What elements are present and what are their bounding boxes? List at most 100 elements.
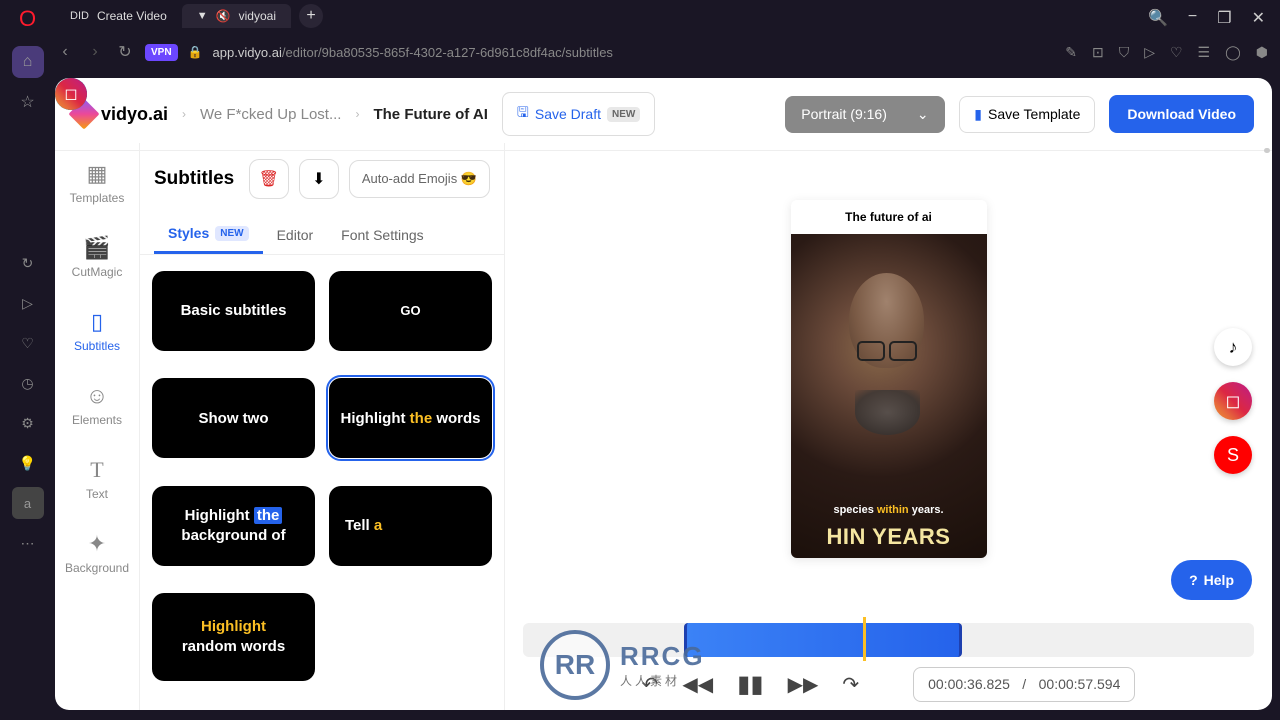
help-button[interactable]: ? Help — [1171, 560, 1252, 600]
video-preview[interactable]: The future of ai species within years. H… — [791, 200, 987, 558]
breadcrumb[interactable]: We F*cked Up Lost... — [200, 106, 341, 123]
style-text: random words — [182, 638, 285, 655]
heart-url-icon[interactable]: ♡ — [1170, 44, 1183, 61]
redo-icon[interactable]: ↷ — [842, 672, 859, 697]
style-random-words[interactable]: Highlightrandom words — [152, 593, 315, 681]
save-draft-label: Save Draft — [535, 106, 601, 122]
aspect-label: Portrait (9:16) — [801, 106, 887, 122]
camera-icon[interactable]: ⊡ — [1092, 44, 1104, 61]
styles-grid: Basic subtitles GO Show two Highlight th… — [140, 255, 504, 710]
subtitle-overlay: species within years. — [791, 504, 987, 516]
shield-icon[interactable]: ⛉ — [1119, 44, 1130, 61]
app-header: vidyo.ai › We F*cked Up Lost... › The Fu… — [55, 78, 1272, 151]
playhead[interactable] — [863, 617, 866, 661]
nav-text[interactable]: T Text — [62, 451, 132, 507]
download-subtitles-button[interactable]: ⬇ — [299, 159, 339, 199]
text-icon: T — [90, 457, 103, 483]
url-host: app.vidyo.ai — [213, 45, 282, 60]
style-highlight: a — [374, 517, 382, 534]
nav-background[interactable]: ✦ Background — [62, 525, 132, 581]
new-tab-button[interactable]: + — [299, 4, 323, 28]
save-draft-button[interactable]: 🖫 Save Draft NEW — [502, 92, 655, 136]
forward-icon[interactable]: › — [85, 43, 105, 61]
edit-icon[interactable]: ✎ — [1065, 44, 1077, 61]
breadcrumb-current[interactable]: The Future of AI — [373, 106, 487, 123]
cube-icon[interactable]: ⬢ — [1256, 44, 1268, 61]
browser-tab-active[interactable]: ▼ 🔇 vidyoai — [182, 4, 291, 28]
history-icon[interactable]: ↻ — [12, 247, 44, 279]
style-highlight-bg[interactable]: Highlight the background of — [152, 486, 315, 566]
social-buttons: ♪ ◻ S — [1214, 328, 1252, 474]
scrollbar[interactable] — [1262, 148, 1270, 700]
new-badge: NEW — [215, 226, 248, 241]
list-icon[interactable]: ☰ — [1198, 44, 1211, 61]
nav-subtitles[interactable]: ▯ Subtitles — [62, 303, 132, 359]
beard-graphic — [855, 390, 920, 435]
play-pause-icon[interactable]: ▮▮ — [737, 670, 763, 699]
templates-icon: ▦ — [87, 161, 108, 187]
save-template-button[interactable]: ▮ Save Template — [959, 96, 1095, 133]
search-icon[interactable]: 🔍 — [1148, 8, 1168, 28]
style-basic[interactable]: Basic subtitles — [152, 271, 315, 351]
style-highlight: the — [254, 507, 283, 524]
brand-text: vidyo.ai — [101, 104, 168, 125]
vpn-badge[interactable]: VPN — [145, 44, 178, 61]
aspect-ratio-dropdown[interactable]: Portrait (9:16) ⌄ — [785, 96, 945, 133]
shorts-button[interactable]: S — [1214, 436, 1252, 474]
tab-editor[interactable]: Editor — [263, 215, 328, 254]
browser-tab[interactable]: DID Create Video — [55, 4, 182, 28]
nav-elements[interactable]: ☺ Elements — [62, 377, 132, 433]
clock-icon[interactable]: ◷ — [12, 367, 44, 399]
star-icon[interactable]: ☆ — [12, 86, 44, 118]
timeline-clip[interactable] — [684, 623, 962, 657]
play-sidebar-icon[interactable]: ▷ — [12, 287, 44, 319]
tab-label: Styles — [168, 225, 209, 241]
tiktok-button[interactable]: ♪ — [1214, 328, 1252, 366]
instagram-button[interactable]: ◻ — [1214, 382, 1252, 420]
delete-button[interactable]: 🗑 — [249, 159, 289, 199]
reload-icon[interactable]: ↻ — [115, 42, 135, 62]
time-sep: / — [1022, 676, 1026, 692]
more-icon[interactable]: ⋯ — [12, 527, 44, 559]
chevron-right-icon: › — [182, 107, 186, 121]
style-tell[interactable]: Tell a — [329, 486, 492, 566]
lock-icon: 🔒 — [188, 45, 203, 59]
panel-tabs: Styles NEW Editor Font Settings — [140, 215, 504, 255]
minimize-icon[interactable]: − — [1188, 8, 1197, 28]
style-show-two[interactable]: Show two — [152, 378, 315, 458]
url-field[interactable]: app.vidyo.ai/editor/9ba80535-865f-4302-a… — [213, 45, 1056, 60]
close-icon[interactable]: ✕ — [1252, 8, 1265, 28]
style-text: Highlight — [341, 410, 410, 427]
nav-label: Subtitles — [74, 339, 120, 353]
settings-icon[interactable]: ⚙ — [12, 407, 44, 439]
profile-icon[interactable]: ◯ — [1225, 44, 1241, 61]
tab-styles[interactable]: Styles NEW — [154, 215, 263, 254]
brand[interactable]: vidyo.ai — [73, 103, 168, 125]
instagram-app-icon[interactable]: ◻ — [55, 78, 87, 110]
nav-cutmagic[interactable]: 🎬 CutMagic — [62, 229, 132, 285]
heart-icon[interactable]: ♡ — [12, 327, 44, 359]
style-highlight-words[interactable]: Highlight the words — [329, 378, 492, 458]
left-nav: ▦ Templates 🎬 CutMagic ▯ Subtitles ☺ Ele… — [55, 143, 140, 710]
download-video-button[interactable]: Download Video — [1109, 95, 1254, 133]
bulb-icon[interactable]: 💡 — [12, 447, 44, 479]
auto-emoji-button[interactable]: Auto-add Emojis 😎 — [349, 160, 490, 198]
back-icon[interactable]: ‹ — [55, 43, 75, 61]
style-go[interactable]: GO — [329, 271, 492, 351]
play-url-icon[interactable]: ▷ — [1144, 44, 1155, 61]
restore-icon[interactable]: ❐ — [1217, 8, 1231, 28]
timecode: 00:00:36.825 / 00:00:57.594 — [913, 667, 1135, 702]
nav-label: CutMagic — [72, 265, 123, 279]
nav-label: Elements — [72, 413, 122, 427]
preview-area: The future of ai species within years. H… — [505, 143, 1272, 615]
tab-favicon: ▼ — [197, 10, 208, 22]
watermark-big: RRCG — [620, 641, 705, 672]
help-label: Help — [1204, 572, 1234, 588]
forward-icon[interactable]: ▶▶ — [788, 672, 819, 697]
tab-font-settings[interactable]: Font Settings — [327, 215, 438, 254]
panel-header: Subtitles 🗑 ⬇ Auto-add Emojis 😎 — [140, 143, 504, 215]
glasses-graphic — [857, 341, 917, 359]
nav-templates[interactable]: ▦ Templates — [62, 155, 132, 211]
a-badge-icon[interactable]: a — [12, 487, 44, 519]
home-icon[interactable]: ⌂ — [12, 46, 44, 78]
